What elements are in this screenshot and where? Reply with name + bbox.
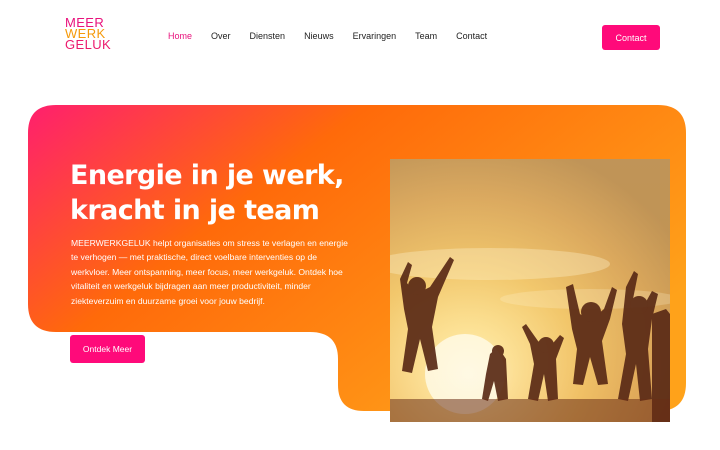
discover-more-button[interactable]: Ontdek Meer — [70, 335, 145, 363]
nav-item-team[interactable]: Team — [415, 31, 437, 41]
nav-item-ervaringen[interactable]: Ervaringen — [353, 31, 397, 41]
hero-image-people-sunset — [390, 159, 670, 422]
site-header: MEER WERK GELUK Home Over Diensten Nieuw… — [0, 0, 720, 80]
contact-button[interactable]: Contact — [602, 25, 660, 50]
hero-title: Energie in je werk, kracht in je team — [70, 158, 370, 228]
nav-item-contact[interactable]: Contact — [456, 31, 487, 41]
main-nav: Home Over Diensten Nieuws Ervaringen Tea… — [168, 31, 506, 41]
nav-item-nieuws[interactable]: Nieuws — [304, 31, 334, 41]
nav-item-home[interactable]: Home — [168, 31, 192, 41]
logo-line-3: GELUK — [65, 37, 112, 52]
nav-item-diensten[interactable]: Diensten — [250, 31, 286, 41]
hero-description: MEERWERKGELUK helpt organisaties om stre… — [71, 238, 348, 306]
hero-title-line-1: Energie in je werk, — [70, 160, 344, 191]
hero-title-line-2: kracht in je team — [70, 195, 320, 226]
nav-item-over[interactable]: Over — [211, 31, 231, 41]
logo[interactable]: MEER WERK GELUK — [65, 16, 121, 52]
